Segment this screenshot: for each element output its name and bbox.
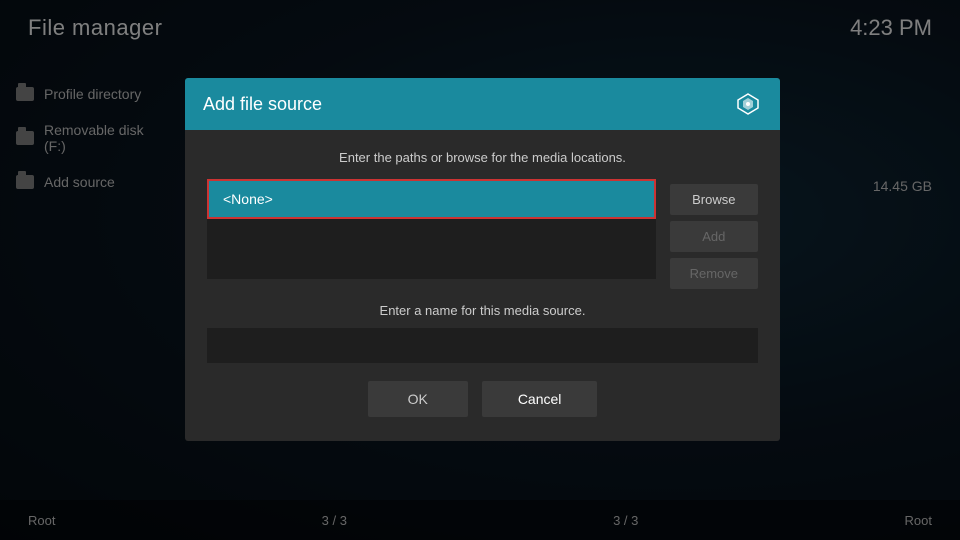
dialog-header: Add file source (185, 78, 780, 130)
browse-button[interactable]: Browse (670, 184, 758, 215)
remove-button[interactable]: Remove (670, 258, 758, 289)
dialog-body: Enter the paths or browse for the media … (185, 130, 780, 441)
add-file-source-dialog: Add file source Enter the paths or brows… (185, 78, 780, 441)
dialog-instruction2: Enter a name for this media source. (207, 303, 758, 318)
path-none-label: <None> (223, 191, 273, 207)
dialog-instruction: Enter the paths or browse for the media … (207, 150, 758, 165)
path-input-wrapper: <None> (207, 179, 656, 293)
path-none-button[interactable]: <None> (207, 179, 656, 219)
action-buttons: Browse Add Remove (670, 184, 758, 289)
cancel-button[interactable]: Cancel (482, 381, 598, 417)
add-button[interactable]: Add (670, 221, 758, 252)
source-name-input[interactable] (207, 328, 758, 363)
paths-list (207, 219, 656, 279)
dialog-title: Add file source (203, 94, 322, 115)
path-row: <None> Browse Add Remove (207, 179, 758, 293)
ok-button[interactable]: OK (368, 381, 468, 417)
dialog-footer: OK Cancel (207, 381, 758, 421)
kodi-logo-icon (734, 90, 762, 118)
